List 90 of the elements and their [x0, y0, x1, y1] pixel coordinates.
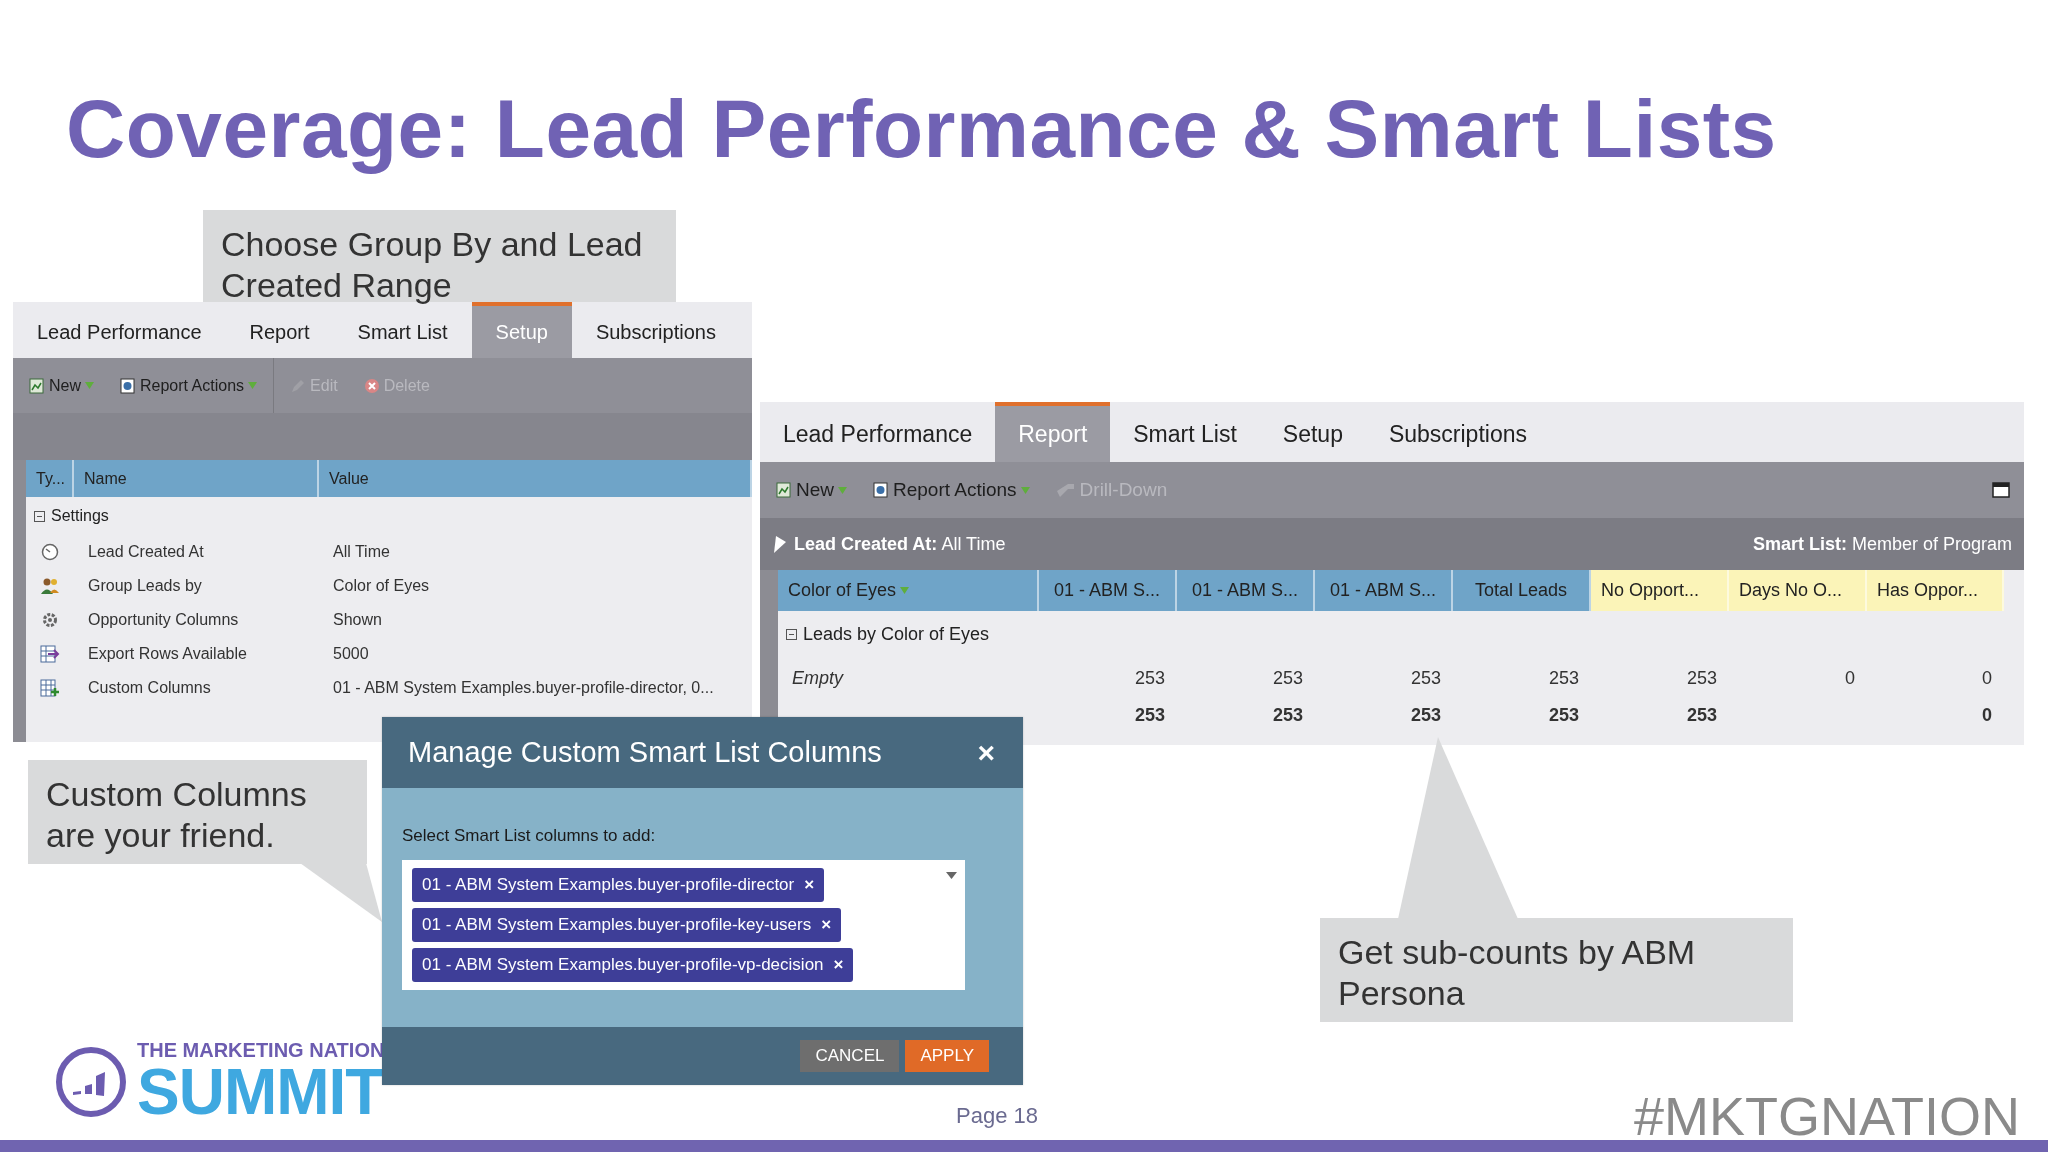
collapse-icon[interactable] — [34, 510, 45, 522]
setting-name: Custom Columns — [87, 679, 212, 697]
column-header[interactable]: Total Leads — [1453, 570, 1591, 611]
people-icon — [40, 577, 60, 595]
smart-list-text: Smart List: Member of Program — [1752, 533, 2012, 555]
new-report-icon — [776, 482, 792, 498]
slide-title: Coverage: Lead Performance & Smart Lists — [66, 82, 1777, 176]
table-cell-text: 253 — [1271, 667, 1304, 689]
column-header[interactable]: No Opport... — [1591, 570, 1729, 611]
remove-tag-button[interactable]: × — [833, 955, 844, 975]
logo-chart-icon — [55, 1046, 127, 1118]
new-report-icon — [29, 377, 45, 394]
tab[interactable]: Subscriptions — [571, 302, 740, 358]
filter-text: Lead Created At: All Time — [794, 533, 1006, 555]
table-cell-text: 253 — [1685, 667, 1718, 689]
multi-select-field[interactable]: 01 - ABM System Examples.buyer-profile-director × 01 - ABM System Examples.buyer-profile-key-users × 01 - ABM System Examples.buyer-profile-vp-decision × — [402, 860, 965, 990]
toolbar-button[interactable]: Report Actions — [110, 372, 268, 399]
setting-value: All Time — [332, 543, 391, 561]
clock-icon — [41, 543, 59, 561]
tab[interactable]: Lead Performance — [13, 302, 226, 358]
column-header[interactable]: Name — [74, 460, 319, 497]
close-button[interactable]: × — [977, 735, 995, 770]
dialog-title: Manage Custom Smart List Columns — [408, 736, 882, 769]
hashtag: #MKTGNATION — [1634, 1085, 2020, 1147]
caret-icon — [248, 382, 258, 389]
total-cell-text: 253 — [1547, 704, 1580, 726]
table-cell-text: 253 — [1133, 667, 1166, 689]
toolbar-button[interactable]: New — [766, 475, 857, 505]
setting-name: Group Leads by — [87, 577, 203, 595]
table-cell-text: 253 — [1409, 667, 1442, 689]
cancel-button[interactable]: CANCEL — [800, 1040, 900, 1072]
setting-name: Lead Created At — [87, 543, 205, 561]
delete-icon — [363, 377, 380, 394]
setting-name: Export Rows Available — [87, 645, 248, 663]
column-header[interactable]: 01 - ABM S... — [1315, 570, 1453, 611]
table-cell-text: 253 — [1547, 667, 1580, 689]
toolbar-button[interactable]: New — [19, 372, 104, 399]
table-arrow-icon — [40, 645, 60, 663]
total-cell-text: 253 — [1685, 704, 1718, 726]
logo-wordmark: SUMMIT — [137, 1060, 385, 1124]
total-cell-text: 0 — [1981, 704, 1993, 726]
setting-value: 01 - ABM System Examples.buyer-profile-director, 0... — [332, 679, 715, 697]
total-cell-text: 253 — [1133, 704, 1166, 726]
column-header[interactable]: 01 - ABM S... — [1177, 570, 1315, 611]
row-label: Empty — [791, 667, 845, 689]
apply-button[interactable]: APPLY — [905, 1040, 989, 1072]
tab[interactable]: Report — [225, 302, 334, 358]
total-cell-text: 253 — [1409, 704, 1442, 726]
selected-tag: 01 - ABM System Examples.buyer-profile-key-users × — [412, 908, 842, 942]
callout: Choose Group By and Lead Created Range — [203, 210, 676, 302]
page-number: Page 18 — [956, 1103, 1038, 1129]
setting-value: 5000 — [332, 645, 370, 663]
table-cell-text: 0 — [1981, 667, 1993, 689]
dropdown-caret-icon[interactable] — [946, 872, 957, 879]
caret-icon — [900, 587, 910, 594]
setting-value: Color of Eyes — [332, 577, 431, 595]
column-header[interactable]: Value — [319, 460, 752, 497]
caret-icon — [1020, 486, 1030, 494]
table-cell-text: 0 — [1844, 667, 1856, 689]
selected-tag: 01 - ABM System Examples.buyer-profile-director × — [412, 868, 825, 902]
logo-tagline: THE MARKETING NATION — [137, 1040, 385, 1060]
toolbar-button[interactable]: Report Actions — [863, 475, 1040, 505]
report-icon — [120, 377, 136, 394]
tab[interactable]: Lead Performance — [760, 402, 996, 462]
remove-tag-button[interactable]: × — [804, 875, 815, 895]
tab[interactable]: Smart List — [1110, 402, 1260, 462]
grid-plus-icon — [40, 679, 60, 697]
report-icon — [873, 482, 889, 498]
dialog-prompt: Select Smart List columns to add: — [402, 826, 657, 846]
setting-name: Opportunity Columns — [87, 611, 240, 629]
column-header[interactable]: Has Oppor... — [1867, 570, 2004, 611]
selected-tag: 01 - ABM System Examples.buyer-profile-vp-decision × — [412, 948, 854, 982]
remove-tag-button[interactable]: × — [821, 915, 832, 935]
collapse-icon[interactable] — [786, 629, 797, 640]
window-icon[interactable] — [1992, 482, 2010, 498]
column-header[interactable]: Ty... — [26, 460, 74, 497]
tab[interactable]: Subscriptions — [1365, 402, 1550, 462]
column-header[interactable]: Days No O... — [1729, 570, 1867, 611]
pin-icon — [772, 534, 788, 554]
drill-icon — [1055, 481, 1076, 499]
caret-icon — [85, 382, 94, 389]
total-cell-text: 253 — [1271, 704, 1304, 726]
setting-value: Shown — [332, 611, 383, 629]
column-header[interactable]: Color of Eyes — [778, 570, 1039, 611]
group-label: Settings — [51, 507, 109, 525]
gear-icon — [41, 611, 59, 629]
caret-icon — [838, 486, 847, 494]
group-label: Leads by Color of Eyes — [803, 624, 990, 645]
tab[interactable]: Setup — [1259, 402, 1366, 462]
column-header[interactable]: 01 - ABM S... — [1039, 570, 1177, 611]
